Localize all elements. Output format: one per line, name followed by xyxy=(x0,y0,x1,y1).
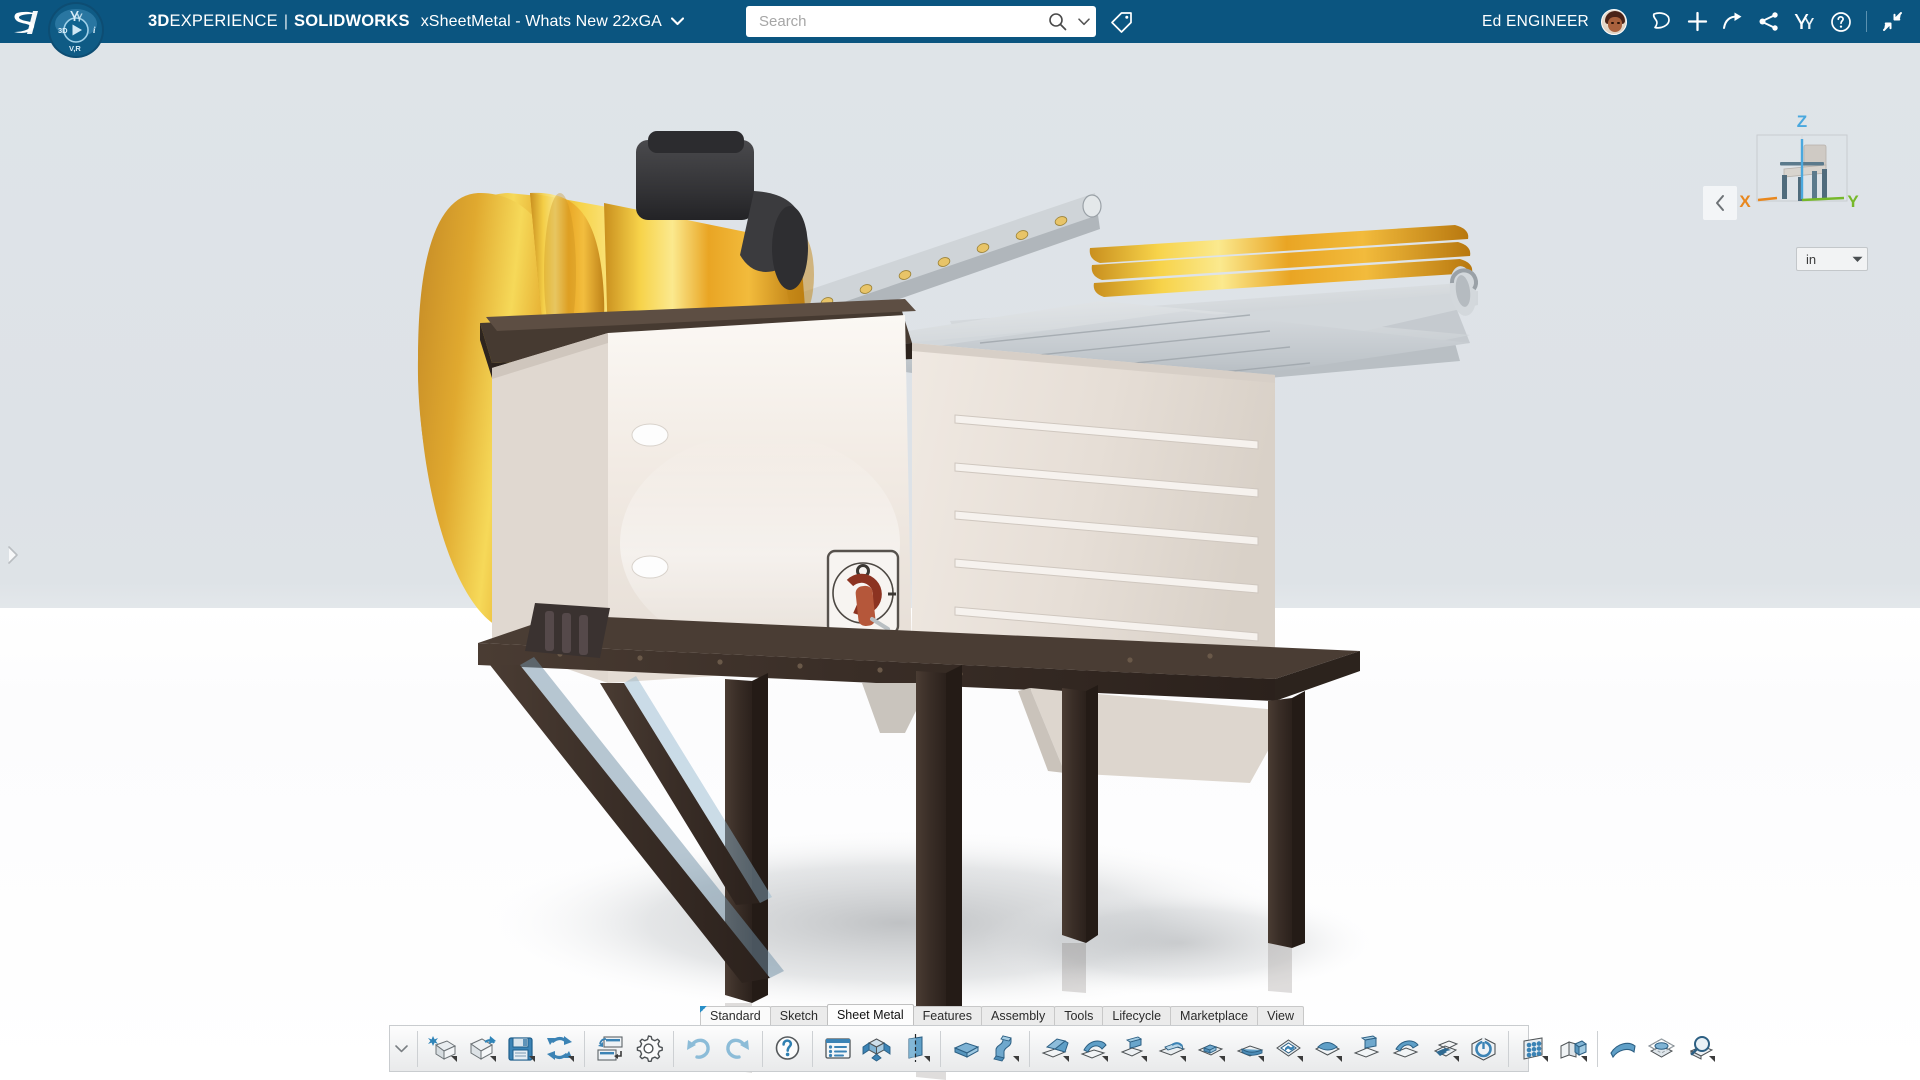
avatar-eye-left xyxy=(1611,22,1614,25)
search-chevron-down-icon[interactable] xyxy=(1072,7,1096,36)
search-box[interactable] xyxy=(746,6,1096,37)
brand-title: 3DEXPERIENCE | SOLIDWORKS xSheetMetal - … xyxy=(148,12,684,31)
linear-pattern-button[interactable] xyxy=(1514,1028,1553,1069)
fold-flange-button[interactable] xyxy=(1386,1028,1425,1069)
command-toolbar[interactable] xyxy=(389,1025,1529,1072)
insert-component-button[interactable] xyxy=(590,1028,629,1069)
model-sheet-metal-dust-collector-assembly[interactable] xyxy=(0,43,1920,1080)
search-input[interactable] xyxy=(746,7,1042,36)
right-panel-collapse-button[interactable] xyxy=(1703,186,1737,220)
redo-button[interactable] xyxy=(718,1028,757,1069)
edge-flange-button[interactable] xyxy=(1035,1028,1074,1069)
hem-button[interactable] xyxy=(1152,1028,1191,1069)
tab-sketch[interactable]: Sketch xyxy=(770,1006,828,1025)
toolbar-separator xyxy=(940,1031,941,1067)
undo-button[interactable] xyxy=(679,1028,718,1069)
unfold-flange-button[interactable] xyxy=(1347,1028,1386,1069)
toolbar-separator xyxy=(812,1031,813,1067)
brand-experience: EXPERIENCE xyxy=(170,12,278,31)
topbar-right-cluster: Ed ENGINEER xyxy=(1482,0,1910,43)
inspect-button[interactable] xyxy=(1681,1028,1720,1069)
toolbar-separator xyxy=(1508,1031,1509,1067)
avatar[interactable] xyxy=(1601,9,1627,35)
top-navigation-bar: 3D i V,R 3DEXPERIENCE | SOLIDWORKS xShee… xyxy=(0,0,1920,43)
tab-view[interactable]: View xyxy=(1257,1006,1304,1025)
share-arrow-icon[interactable] xyxy=(1715,0,1751,43)
tab-standard[interactable]: Standard xyxy=(700,1006,771,1025)
forming-tool-button[interactable] xyxy=(1308,1028,1347,1069)
avatar-eye-right xyxy=(1617,22,1620,25)
tab-tools[interactable]: Tools xyxy=(1054,1006,1103,1025)
flatten-button[interactable] xyxy=(1642,1028,1681,1069)
units-selected-value: in xyxy=(1797,252,1847,267)
document-menu-chevron-down-icon[interactable] xyxy=(671,17,684,26)
tab-lifecycle[interactable]: Lifecycle xyxy=(1102,1006,1171,1025)
triad-label-y: Y xyxy=(1847,192,1859,211)
triad-label-z: Z xyxy=(1797,112,1807,131)
base-flange-button[interactable] xyxy=(946,1028,985,1069)
jog-button[interactable] xyxy=(1113,1028,1152,1069)
tab-assembly[interactable]: Assembly xyxy=(981,1006,1055,1025)
lofted-bend-button[interactable] xyxy=(985,1028,1024,1069)
mirror-button[interactable] xyxy=(896,1028,935,1069)
help-button[interactable] xyxy=(768,1028,807,1069)
tab-marketplace[interactable]: Marketplace xyxy=(1170,1006,1258,1025)
toolbar-separator xyxy=(1597,1031,1598,1067)
view-orientation-triad[interactable]: Z X Y xyxy=(1722,103,1882,238)
user-name[interactable]: Ed ENGINEER xyxy=(1482,13,1589,31)
new-part-button[interactable] xyxy=(423,1028,462,1069)
feature-list-button[interactable] xyxy=(818,1028,857,1069)
tab-sheet-metal[interactable]: Sheet Metal xyxy=(827,1004,914,1025)
compass-label-vr: V,R xyxy=(69,44,81,53)
toolbar-separator xyxy=(673,1031,674,1067)
avatar-face xyxy=(1608,17,1622,32)
tag-icon[interactable] xyxy=(1107,8,1135,36)
caret-down-icon[interactable] xyxy=(1847,256,1867,263)
plus-icon[interactable] xyxy=(1679,0,1715,43)
3dexperience-compass[interactable]: 3D i V,R xyxy=(42,0,110,68)
tab-icon-button[interactable] xyxy=(1191,1028,1230,1069)
toolbar-separator xyxy=(417,1031,418,1067)
triad-label-x: X xyxy=(1739,192,1751,211)
revise-button[interactable] xyxy=(540,1028,579,1069)
ribbon-tab-strip[interactable]: StandardSketchSheet MetalFeaturesAssembl… xyxy=(700,1005,1303,1025)
brand-separator: | xyxy=(284,13,288,31)
help-circle-icon[interactable] xyxy=(1823,0,1859,43)
sweep-flange-button[interactable] xyxy=(1074,1028,1113,1069)
3d-viewport[interactable]: Z X Y in StandardSketchSheet MetalFeatur… xyxy=(0,43,1920,1080)
chevron-left-icon xyxy=(1714,194,1727,212)
toolbar-overflow-chevron-down-icon[interactable] xyxy=(390,1026,412,1071)
miter-flange-button[interactable] xyxy=(1230,1028,1269,1069)
unfold-box-button[interactable] xyxy=(857,1028,896,1069)
tab-features[interactable]: Features xyxy=(913,1006,982,1025)
options-button[interactable] xyxy=(629,1028,668,1069)
left-panel-expand-button[interactable] xyxy=(2,538,24,572)
open-button[interactable] xyxy=(462,1028,501,1069)
units-dropdown[interactable]: in xyxy=(1796,247,1868,271)
mirror-body-button[interactable] xyxy=(1553,1028,1592,1069)
compass-label-3d: 3D xyxy=(58,26,68,35)
save-button[interactable] xyxy=(501,1028,540,1069)
unbend-button[interactable] xyxy=(1603,1028,1642,1069)
toolbar-separator xyxy=(1029,1031,1030,1067)
cross-break-button[interactable] xyxy=(1425,1028,1464,1069)
vent-button[interactable] xyxy=(1464,1028,1503,1069)
search-icon[interactable] xyxy=(1042,7,1072,36)
brand-product: SOLIDWORKS xyxy=(294,12,410,31)
3dswym-icon[interactable] xyxy=(1787,0,1823,43)
collapse-arrows-icon[interactable] xyxy=(1874,0,1910,43)
toolbar-separator xyxy=(584,1031,585,1067)
chat-bubble-icon[interactable] xyxy=(1643,0,1679,43)
brand-3d: 3D xyxy=(148,12,170,31)
share-node-icon[interactable] xyxy=(1751,0,1787,43)
document-title: xSheetMetal - Whats New 22xGA xyxy=(421,13,662,31)
toolbar-separator xyxy=(762,1031,763,1067)
corner-button[interactable] xyxy=(1269,1028,1308,1069)
topbar-divider xyxy=(1866,11,1867,32)
